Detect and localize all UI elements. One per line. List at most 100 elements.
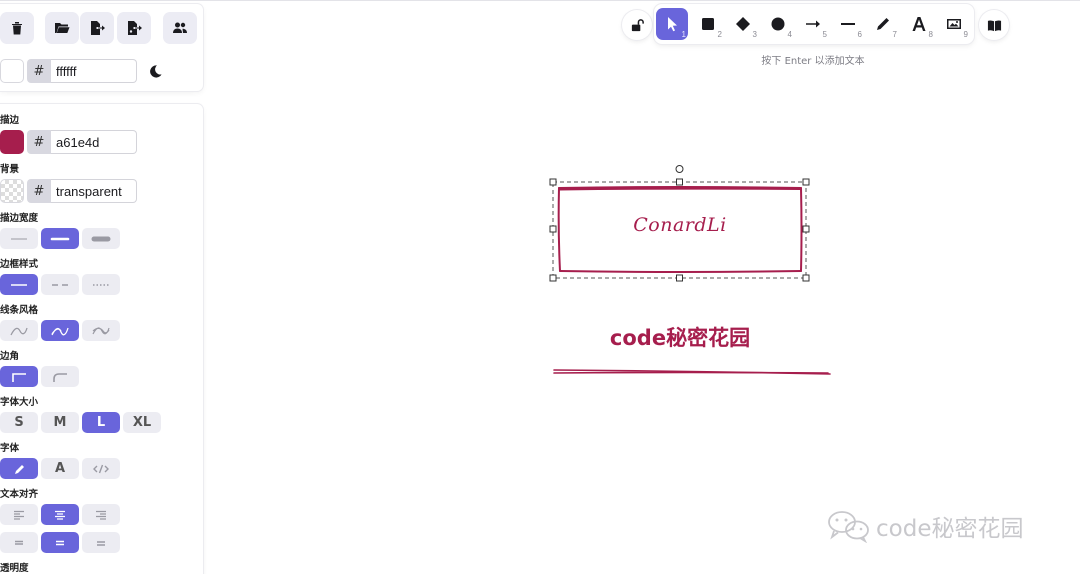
- tool-draw[interactable]: 7: [867, 8, 899, 40]
- canvas-background-hex-input[interactable]: [51, 59, 137, 83]
- trash-icon: [12, 22, 22, 35]
- dotted-line-icon: [93, 283, 109, 286]
- font-size-l[interactable]: L: [82, 412, 120, 433]
- hash-label: #: [27, 59, 51, 83]
- tool-image[interactable]: 9: [938, 8, 970, 40]
- stroke-width-extra-bold[interactable]: [82, 228, 120, 249]
- theme-toggle[interactable]: [145, 61, 165, 81]
- dashed-line-icon: [52, 283, 68, 286]
- opacity-label: 透明度: [0, 563, 29, 574]
- font-family-label: 字体: [0, 443, 20, 454]
- stroke-width-bold[interactable]: [41, 228, 79, 249]
- tool-shortcut: 3: [752, 30, 757, 39]
- line-icon: [841, 23, 855, 25]
- shapes-toolbar: 1 2 3 4 5 6 7 8 9: [620, 4, 1010, 44]
- sloppiness-artist[interactable]: [41, 320, 79, 341]
- underline-stroke[interactable]: [553, 369, 831, 375]
- lock-open-icon: [631, 18, 644, 31]
- font-size-s[interactable]: S: [0, 412, 38, 433]
- pointer-icon: [668, 17, 677, 32]
- font-family-handwritten[interactable]: [0, 458, 38, 479]
- canvas-title-text[interactable]: code秘密花园: [560, 322, 800, 352]
- bold-line-icon: [50, 237, 70, 240]
- vertical-align-bottom[interactable]: [82, 532, 120, 553]
- text-align-center[interactable]: [41, 504, 79, 525]
- library-button[interactable]: [979, 10, 1009, 40]
- clear-canvas-button[interactable]: [0, 12, 34, 44]
- folder-open-icon: [55, 23, 70, 33]
- align-bottom-icon: [97, 540, 105, 546]
- text-align-right[interactable]: [82, 504, 120, 525]
- resize-handle-sw[interactable]: [549, 274, 557, 282]
- stroke-style-dotted[interactable]: [82, 274, 120, 295]
- edges-sharp[interactable]: [0, 366, 38, 387]
- square-icon: [702, 18, 714, 30]
- canvas-background-swatch[interactable]: [0, 59, 24, 83]
- users-icon: [173, 22, 187, 33]
- solid-line-icon: [11, 283, 27, 286]
- rectangle-label[interactable]: ConardLi: [560, 214, 800, 236]
- open-button[interactable]: [45, 12, 79, 44]
- hash-label: #: [27, 130, 51, 154]
- pencil-icon: [15, 464, 24, 474]
- wechat-icon: [828, 511, 869, 543]
- resize-handle-nw[interactable]: [549, 178, 557, 186]
- sloppiness-cartoonist[interactable]: [82, 320, 120, 341]
- font-size-xl[interactable]: XL: [123, 412, 161, 433]
- stroke-width-thin[interactable]: [0, 228, 38, 249]
- top-border: [0, 0, 1080, 1]
- diamond-icon: [736, 17, 750, 31]
- watermark-text: code秘密花园: [876, 516, 1024, 542]
- font-size-m[interactable]: M: [41, 412, 79, 433]
- align-left-icon: [14, 510, 24, 520]
- tool-line[interactable]: 6: [832, 8, 864, 40]
- sloppiness-architect[interactable]: [0, 320, 38, 341]
- round-corner-icon: [53, 372, 67, 382]
- rotation-handle[interactable]: [675, 165, 684, 173]
- tool-text[interactable]: 8: [903, 8, 935, 40]
- tool-arrow[interactable]: 5: [797, 8, 829, 40]
- resize-handle-ne[interactable]: [802, 178, 810, 186]
- stroke-style-solid[interactable]: [0, 274, 38, 295]
- hash-label: #: [27, 179, 51, 203]
- book-icon: [987, 19, 1001, 31]
- save-button[interactable]: [80, 12, 114, 44]
- tool-shortcut: 7: [892, 30, 897, 39]
- tool-shortcut: 1: [681, 30, 686, 39]
- thin-line-icon: [11, 238, 27, 239]
- font-family-code[interactable]: [82, 458, 120, 479]
- collaborate-button[interactable]: [163, 12, 197, 44]
- vertical-align-middle[interactable]: [41, 532, 79, 553]
- canvas-drawing: [549, 165, 831, 375]
- moon-icon: [149, 64, 162, 78]
- text-align-left[interactable]: [0, 504, 38, 525]
- edges-round[interactable]: [41, 366, 79, 387]
- lock-toggle[interactable]: [622, 10, 652, 40]
- stroke-hex-input[interactable]: [51, 130, 137, 154]
- tool-ellipse[interactable]: 4: [762, 8, 794, 40]
- resize-handle-s[interactable]: [676, 274, 683, 282]
- resize-handle-n[interactable]: [676, 178, 683, 186]
- tool-select[interactable]: 1: [656, 8, 688, 40]
- stroke-color-swatch[interactable]: [0, 130, 24, 154]
- smooth-curve-icon: [10, 327, 28, 335]
- resize-handle-se[interactable]: [802, 274, 810, 282]
- resize-handle-e[interactable]: [802, 225, 810, 233]
- tool-diamond[interactable]: 3: [727, 8, 759, 40]
- vertical-align-top[interactable]: [0, 532, 38, 553]
- toolbar-hint: 按下 Enter 以添加文本: [761, 56, 865, 67]
- stroke-style-label: 边框样式: [0, 259, 39, 270]
- pencil-icon: [877, 18, 889, 30]
- align-right-icon: [96, 510, 106, 520]
- extra-bold-line-icon: [91, 236, 111, 241]
- tool-rectangle[interactable]: 2: [692, 8, 724, 40]
- stroke-style-dashed[interactable]: [41, 274, 79, 295]
- export-image-button[interactable]: [117, 12, 151, 44]
- sloppiness-label: 线条风格: [0, 305, 39, 316]
- resize-handle-w[interactable]: [549, 225, 557, 233]
- background-color-swatch[interactable]: [0, 179, 24, 203]
- arrow-right-icon: [806, 20, 820, 28]
- font-family-normal[interactable]: A: [41, 458, 79, 479]
- background-hex-input[interactable]: [51, 179, 137, 203]
- tool-shortcut: 5: [822, 30, 827, 39]
